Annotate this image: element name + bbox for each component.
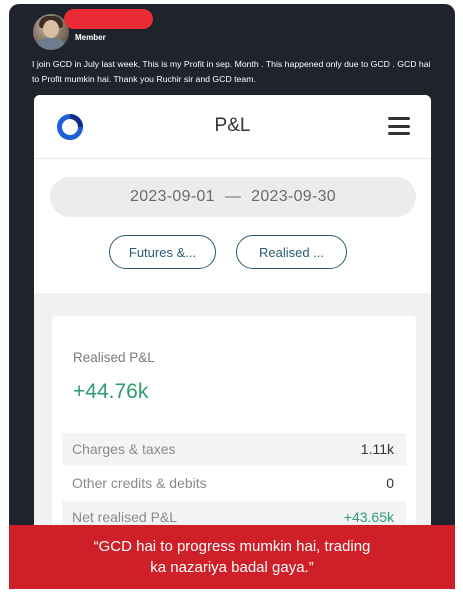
page-title: P&L — [214, 115, 251, 136]
date-to: 2023-09-30 — [251, 188, 336, 205]
row-value: +43.65k — [343, 509, 394, 525]
row-value: 0 — [386, 475, 394, 491]
type-filter-button[interactable]: Realised ... — [236, 235, 347, 269]
charges-row: Charges & taxes 1.11k — [62, 433, 406, 465]
member-role-label: Member — [75, 33, 106, 42]
row-value: 1.11k — [360, 441, 394, 457]
realised-pnl-value: +44.76k — [73, 380, 149, 403]
testimonial-card: Member I join GCD in July last week, Thi… — [9, 4, 455, 589]
date-range-selector[interactable]: 2023-09-01 — 2023-09-30 — [50, 177, 416, 217]
app-screenshot: P&L 2023-09-01 — 2023-09-30 Futures &...… — [34, 95, 431, 589]
segment-filter-button[interactable]: Futures &... — [109, 235, 216, 269]
app-header: P&L — [34, 95, 431, 159]
realised-pnl-label: Realised P&L — [73, 350, 155, 365]
quote-banner: “GCD hai to progress mumkin hai, trading… — [9, 525, 455, 589]
other-credits-row: Other credits & debits 0 — [62, 467, 406, 499]
row-label: Other credits & debits — [72, 475, 207, 491]
date-separator: — — [224, 188, 242, 205]
quote-line-1: “GCD hai to progress mumkin hai, trading — [93, 538, 371, 555]
redacted-username — [64, 9, 153, 29]
date-from: 2023-09-01 — [130, 188, 215, 205]
quote-line-2: ka nazariya badal gaya.” — [150, 559, 314, 576]
row-label: Net realised P&L — [72, 509, 178, 525]
row-label: Charges & taxes — [72, 441, 176, 457]
post-text: I join GCD in July last week, This is my… — [32, 59, 431, 84]
hamburger-menu-icon[interactable] — [388, 117, 410, 135]
